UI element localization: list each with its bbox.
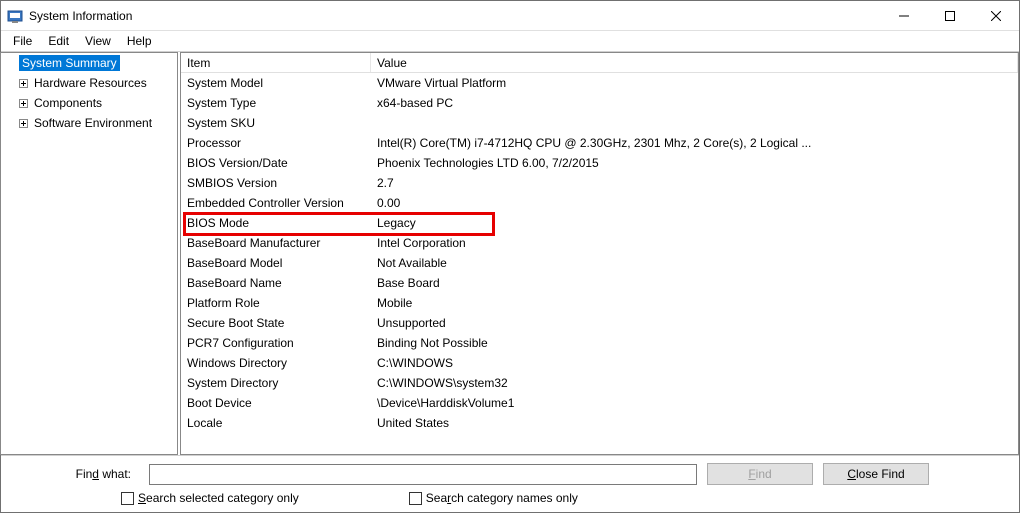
tree-item-label: System Summary — [19, 55, 120, 71]
tree-item-system-summary[interactable]: System Summary — [1, 53, 177, 73]
cell-value: 0.00 — [371, 196, 1018, 210]
cell-item: BaseBoard Manufacturer — [181, 236, 371, 250]
cell-value: Unsupported — [371, 316, 1018, 330]
cell-value: Intel(R) Core(TM) i7-4712HQ CPU @ 2.30GH… — [371, 136, 1018, 150]
grid-row[interactable]: Boot Device\Device\HarddiskVolume1 — [181, 393, 1018, 413]
cell-item: System Type — [181, 96, 371, 110]
menu-edit[interactable]: Edit — [40, 32, 77, 50]
cell-value: Legacy — [371, 216, 1018, 230]
close-button[interactable] — [973, 1, 1019, 30]
cell-value: x64-based PC — [371, 96, 1018, 110]
checkbox-search-selected[interactable]: Search selected category only — [121, 491, 299, 505]
tree-item-label: Hardware Resources — [31, 75, 150, 91]
cell-item: System SKU — [181, 116, 371, 130]
grid-header[interactable]: Item Value — [181, 53, 1018, 73]
details-grid[interactable]: Item Value System ModelVMware Virtual Pl… — [181, 53, 1018, 454]
cell-item: System Model — [181, 76, 371, 90]
client-area: System Summary Hardware Resources Compon… — [1, 52, 1019, 456]
cell-item: Embedded Controller Version — [181, 196, 371, 210]
grid-row[interactable]: Secure Boot StateUnsupported — [181, 313, 1018, 333]
cell-item: System Directory — [181, 376, 371, 390]
grid-row[interactable]: BIOS ModeLegacy — [181, 213, 1018, 233]
find-button[interactable]: Find — [707, 463, 813, 485]
cell-item: Locale — [181, 416, 371, 430]
tree-item-label: Software Environment — [31, 115, 155, 131]
cell-item: BIOS Version/Date — [181, 156, 371, 170]
expander-icon[interactable] — [5, 57, 17, 69]
cell-value: Not Available — [371, 256, 1018, 270]
tree-item-hardware-resources[interactable]: Hardware Resources — [1, 73, 177, 93]
grid-row[interactable]: BaseBoard ModelNot Available — [181, 253, 1018, 273]
menu-help[interactable]: Help — [119, 32, 160, 50]
cell-value: Binding Not Possible — [371, 336, 1018, 350]
cell-value: C:\WINDOWS — [371, 356, 1018, 370]
checkbox-label: Search selected category only — [138, 491, 299, 505]
cell-item: Secure Boot State — [181, 316, 371, 330]
expander-plus-icon[interactable] — [17, 77, 29, 89]
cell-item: Platform Role — [181, 296, 371, 310]
grid-row[interactable]: Embedded Controller Version0.00 — [181, 193, 1018, 213]
menubar: File Edit View Help — [1, 31, 1019, 52]
grid-row[interactable]: System DirectoryC:\WINDOWS\system32 — [181, 373, 1018, 393]
cell-item: Boot Device — [181, 396, 371, 410]
column-value[interactable]: Value — [371, 53, 1018, 72]
expander-plus-icon[interactable] — [17, 117, 29, 129]
cell-item: Windows Directory — [181, 356, 371, 370]
window: System Information File Edit View Help S… — [0, 0, 1020, 513]
cell-value: Phoenix Technologies LTD 6.00, 7/2/2015 — [371, 156, 1018, 170]
cell-value: Base Board — [371, 276, 1018, 290]
cell-item: PCR7 Configuration — [181, 336, 371, 350]
grid-row[interactable]: ProcessorIntel(R) Core(TM) i7-4712HQ CPU… — [181, 133, 1018, 153]
grid-row[interactable]: BaseBoard NameBase Board — [181, 273, 1018, 293]
checkbox-search-names[interactable]: Search category names only — [409, 491, 578, 505]
grid-row[interactable]: SMBIOS Version2.7 — [181, 173, 1018, 193]
cell-item: BaseBoard Name — [181, 276, 371, 290]
grid-row[interactable]: Windows DirectoryC:\WINDOWS — [181, 353, 1018, 373]
grid-row[interactable]: Platform RoleMobile — [181, 293, 1018, 313]
cell-value: United States — [371, 416, 1018, 430]
tree-panel[interactable]: System Summary Hardware Resources Compon… — [0, 52, 178, 455]
find-label: Find what: — [61, 467, 131, 481]
grid-row[interactable]: BaseBoard ManufacturerIntel Corporation — [181, 233, 1018, 253]
details-panel: Item Value System ModelVMware Virtual Pl… — [180, 52, 1019, 455]
maximize-button[interactable] — [927, 1, 973, 30]
grid-row[interactable]: PCR7 ConfigurationBinding Not Possible — [181, 333, 1018, 353]
checkbox-icon — [121, 492, 134, 505]
cell-value: 2.7 — [371, 176, 1018, 190]
column-item[interactable]: Item — [181, 53, 371, 72]
grid-row[interactable]: System ModelVMware Virtual Platform — [181, 73, 1018, 93]
cell-value: C:\WINDOWS\system32 — [371, 376, 1018, 390]
app-icon — [7, 8, 23, 24]
grid-row[interactable]: LocaleUnited States — [181, 413, 1018, 433]
tree-item-software-environment[interactable]: Software Environment — [1, 113, 177, 133]
minimize-button[interactable] — [881, 1, 927, 30]
cell-item: BIOS Mode — [181, 216, 371, 230]
findbar: Find what: Find Close Find Search select… — [1, 456, 1019, 512]
cell-value: Intel Corporation — [371, 236, 1018, 250]
checkbox-label: Search category names only — [426, 491, 578, 505]
menu-file[interactable]: File — [5, 32, 40, 50]
tree-item-label: Components — [31, 95, 105, 111]
tree-item-components[interactable]: Components — [1, 93, 177, 113]
window-title: System Information — [29, 9, 881, 23]
grid-row[interactable]: BIOS Version/DatePhoenix Technologies LT… — [181, 153, 1018, 173]
grid-row[interactable]: System Typex64-based PC — [181, 93, 1018, 113]
cell-value: Mobile — [371, 296, 1018, 310]
cell-item: BaseBoard Model — [181, 256, 371, 270]
menu-view[interactable]: View — [77, 32, 119, 50]
titlebar: System Information — [1, 1, 1019, 31]
grid-row[interactable]: System SKU — [181, 113, 1018, 133]
cell-value: \Device\HarddiskVolume1 — [371, 396, 1018, 410]
window-buttons — [881, 1, 1019, 30]
expander-plus-icon[interactable] — [17, 97, 29, 109]
find-input[interactable] — [149, 464, 697, 485]
checkbox-icon — [409, 492, 422, 505]
cell-value: VMware Virtual Platform — [371, 76, 1018, 90]
close-find-button[interactable]: Close Find — [823, 463, 929, 485]
cell-item: Processor — [181, 136, 371, 150]
cell-item: SMBIOS Version — [181, 176, 371, 190]
